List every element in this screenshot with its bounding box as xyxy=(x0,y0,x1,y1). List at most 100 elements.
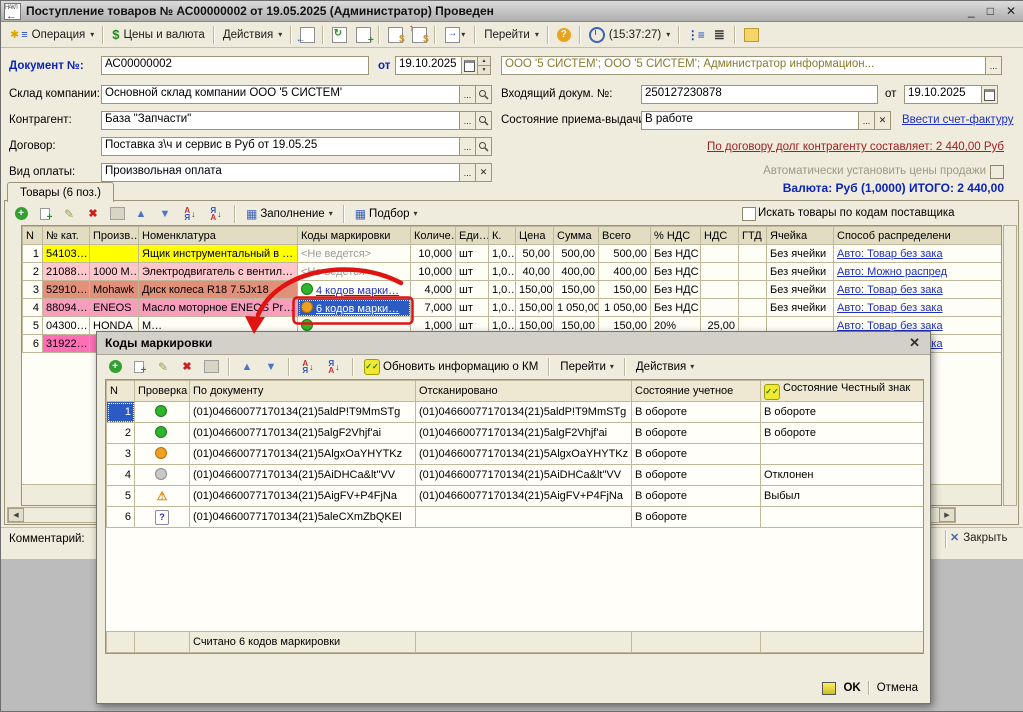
cell-honest-sign-state[interactable] xyxy=(761,507,925,528)
cell-n[interactable]: 6 xyxy=(23,335,43,353)
cell-marking[interactable]: <Не ведется> xyxy=(298,245,411,263)
print-export-button[interactable]: →▾ xyxy=(439,24,471,46)
goods-vertical-scrollbar[interactable] xyxy=(1003,225,1017,506)
delete-row-button[interactable]: ✖ xyxy=(83,203,103,225)
cell-by-document[interactable]: (01)04660077170134(21)5aldP!T9MmSTg xyxy=(190,402,416,423)
cell-manufacturer[interactable]: ENEOS xyxy=(90,299,139,317)
dlg-edit-row-button[interactable]: ✎ xyxy=(153,356,173,378)
cell-distribution[interactable]: Авто: Можно распред xyxy=(834,263,1003,281)
cell-vat[interactable] xyxy=(701,263,739,281)
cell-n[interactable]: 6 xyxy=(107,507,135,528)
distribution-link[interactable]: Авто: Товар без зака xyxy=(837,284,943,296)
code-row-5[interactable]: 5 ⚠ (01)04660077170134(21)5AigFV+P4FjNa … xyxy=(107,486,925,507)
cell-vat-percent[interactable]: Без НДС xyxy=(651,281,701,299)
state-select-button[interactable]: ... xyxy=(858,112,874,129)
move-up-button[interactable]: ▲ xyxy=(131,203,151,225)
operation-button[interactable]: ✱≡ Операция▾ xyxy=(5,27,99,42)
cell-n[interactable]: 4 xyxy=(107,465,135,486)
cell-n[interactable]: 1 xyxy=(23,245,43,263)
acceptance-state-field[interactable]: В работе ... ✕ xyxy=(641,111,891,130)
cell-nomenclature[interactable]: Электродвигатель с вентил… xyxy=(139,263,298,281)
cell-n[interactable]: 5 xyxy=(23,317,43,335)
list-settings-button[interactable]: ≣ xyxy=(707,24,731,46)
cell-accounting-state[interactable]: В обороте xyxy=(632,444,761,465)
date-spinner[interactable]: ▲▼ xyxy=(477,57,490,74)
cell-honest-sign-state[interactable] xyxy=(761,444,925,465)
cell-cat[interactable]: 21088… xyxy=(43,263,90,281)
cell-manufacturer[interactable]: Mohawk xyxy=(90,281,139,299)
money-in-button[interactable]: $ xyxy=(383,24,407,46)
copy-row-button[interactable] xyxy=(35,203,55,225)
scroll-left-icon[interactable]: ◀ xyxy=(8,508,24,522)
cell-check[interactable] xyxy=(135,402,190,423)
cell-n[interactable]: 3 xyxy=(23,281,43,299)
code-row-4[interactable]: 4 (01)04660077170134(21)5AiDHCa&lt"VV (0… xyxy=(107,465,925,486)
cell-n[interactable]: 1 xyxy=(107,402,135,423)
cell-price[interactable]: 150,00 xyxy=(516,299,554,317)
fill-button[interactable]: ▦ Заполнение▾ xyxy=(243,204,336,224)
close-form-button[interactable]: ✕Закрыть xyxy=(950,531,1008,544)
contract-open-button[interactable] xyxy=(475,138,491,155)
maximize-button[interactable]: □ xyxy=(987,4,994,18)
cell-n[interactable]: 3 xyxy=(107,444,135,465)
incoming-calendar-button[interactable] xyxy=(981,86,997,103)
cell-n[interactable]: 5 xyxy=(107,486,135,507)
cell-sum[interactable]: 400,00 xyxy=(554,263,599,281)
dlg-add-row-button[interactable]: + xyxy=(105,356,125,378)
edit-row-button[interactable]: ✎ xyxy=(59,203,79,225)
cell-n[interactable]: 2 xyxy=(23,263,43,281)
doc-number-field[interactable]: АС00000002 xyxy=(101,56,369,75)
cell-nomenclature[interactable]: Ящик инструментальный в … xyxy=(139,245,298,263)
dlg-finish-edit-button[interactable] xyxy=(201,356,221,378)
sort-desc-button[interactable]: ЯА↓ xyxy=(205,203,227,225)
distribution-link[interactable]: Авто: Товар без зака xyxy=(837,320,943,332)
move-down-button[interactable]: ▼ xyxy=(155,203,175,225)
cell-quantity[interactable]: 7,000 xyxy=(411,299,456,317)
cell-manufacturer[interactable]: 1000 M… xyxy=(90,263,139,281)
warehouse-field[interactable]: Основной склад компании ООО '5 СИСТЕМ' .… xyxy=(101,85,492,104)
dlg-sort-desc-button[interactable]: ЯА↓ xyxy=(323,356,345,378)
distribution-link[interactable]: Авто: Товар без зака xyxy=(837,302,943,314)
cell-total[interactable]: 400,00 xyxy=(599,263,651,281)
state-clear-button[interactable]: ✕ xyxy=(874,112,890,129)
doc-date-field[interactable]: 19.10.2025 ▲▼ xyxy=(395,56,491,75)
note-button[interactable] xyxy=(739,24,763,46)
cell-cat[interactable]: 31922… xyxy=(43,335,90,353)
cell-vat-percent[interactable]: Без НДС xyxy=(651,299,701,317)
payment-clear-button[interactable]: ✕ xyxy=(475,164,491,181)
cell-cell[interactable]: Без ячейки xyxy=(767,299,834,317)
cell-vat-percent[interactable]: Без НДС xyxy=(651,245,701,263)
cell-manufacturer[interactable] xyxy=(90,245,139,263)
counterparty-field[interactable]: База "Запчасти" ... xyxy=(101,111,492,130)
cell-unit[interactable]: шт xyxy=(456,281,489,299)
cell-gtd[interactable] xyxy=(739,263,767,281)
dlg-delete-row-button[interactable]: ✖ xyxy=(177,356,197,378)
cell-cat[interactable]: 54103… xyxy=(43,245,90,263)
tab-goods[interactable]: Товары (6 поз.) xyxy=(7,182,114,202)
money-out-button[interactable]: ↑$ xyxy=(407,24,431,46)
structure-button[interactable]: ⋮≡ xyxy=(683,24,707,46)
cell-scanned[interactable]: (01)04660077170134(21)5AlgxOaYHYTKz xyxy=(416,444,632,465)
cell-marking-selected[interactable]: 6 кодов марки… xyxy=(298,299,411,317)
cell-accounting-state[interactable]: В обороте xyxy=(632,423,761,444)
cell-unit[interactable]: шт xyxy=(456,299,489,317)
goto-button[interactable]: Перейти▾ xyxy=(479,28,544,42)
cell-cell[interactable]: Без ячейки xyxy=(767,281,834,299)
cell-unit[interactable]: шт xyxy=(456,263,489,281)
cell-by-document[interactable]: (01)04660077170134(21)5AiDHCa&lt"VV xyxy=(190,465,416,486)
time-button[interactable]: (15:37:27)▾ xyxy=(584,26,675,44)
cell-accounting-state[interactable]: В обороте xyxy=(632,486,761,507)
cell-vat[interactable] xyxy=(701,299,739,317)
cell-price[interactable]: 40,00 xyxy=(516,263,554,281)
distribution-link[interactable]: Авто: Можно распред xyxy=(837,266,947,278)
cell-scanned[interactable]: (01)04660077170134(21)5algF2Vhjf'ai xyxy=(416,423,632,444)
cell-cat[interactable]: 04300… xyxy=(43,317,90,335)
cell-cell[interactable]: Без ячейки xyxy=(767,245,834,263)
cell-quantity[interactable]: 10,000 xyxy=(411,245,456,263)
sort-asc-button[interactable]: АЯ↓ xyxy=(179,203,201,225)
dlg-actions-button[interactable]: Действия▾ xyxy=(633,357,697,377)
cell-k[interactable]: 1,0… xyxy=(489,299,516,317)
cell-k[interactable]: 1,0… xyxy=(489,281,516,299)
cell-cat[interactable]: 52910… xyxy=(43,281,90,299)
cell-accounting-state[interactable]: В обороте xyxy=(632,465,761,486)
